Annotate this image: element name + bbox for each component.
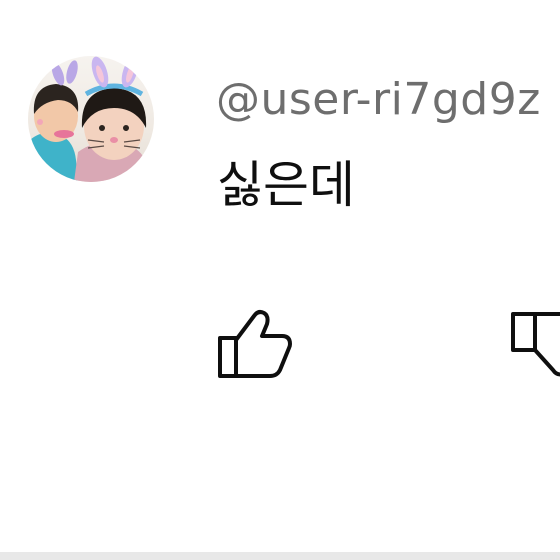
thumbs-up-icon xyxy=(218,310,292,378)
profile-photo-icon xyxy=(28,56,154,182)
like-button[interactable] xyxy=(214,306,298,382)
comment-text: 싫은데 xyxy=(217,156,355,214)
avatar[interactable] xyxy=(28,56,154,182)
comment-author[interactable]: @user-ri7gd9z xyxy=(216,70,541,130)
comment-screen: @user-ri7gd9z 싫은데 xyxy=(0,0,560,560)
dislike-button[interactable] xyxy=(505,306,560,382)
bottom-divider xyxy=(0,552,560,560)
thumbs-down-icon xyxy=(511,312,560,377)
